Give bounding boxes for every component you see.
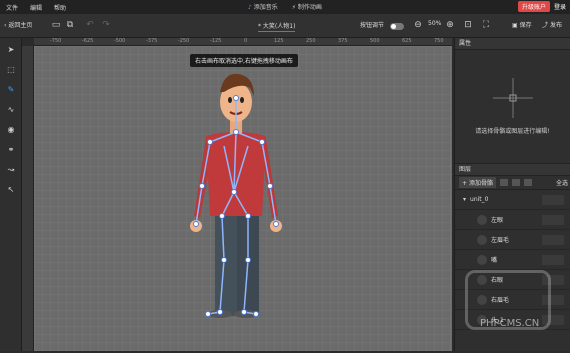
redo-icon[interactable]: ↷ [100,19,112,31]
menu-help[interactable]: 帮助 [48,3,72,12]
add-music-button[interactable]: ♪ 添加音乐 [248,2,278,11]
save-button[interactable]: ▣ 保存 [512,20,532,29]
top-center-actions: ♪ 添加音乐 ⚡ 制作动画 [248,2,322,11]
image-icon[interactable] [499,179,508,186]
left-eye [228,97,232,103]
ruler-tick: 625 [402,38,412,44]
layer-icon[interactable] [511,179,520,186]
upgrade-button[interactable]: 升级账户 [517,1,550,12]
menu-file[interactable]: 文件 [0,3,24,12]
layer-controls[interactable] [542,194,564,205]
properties-hint: 请选择骨骼或图层进行编辑! [475,128,550,135]
fit-icon[interactable]: ⊡ [462,19,474,31]
character-illustration [190,73,282,318]
crosshair-icon [493,78,533,118]
transform-tool-icon[interactable]: ⬚ [5,64,17,76]
save-icon: ▣ [512,22,518,29]
layer-thumbnail [477,234,487,245]
zoom-in-icon[interactable]: ⊕ [444,19,456,31]
undo-icon[interactable]: ↶ [84,19,96,31]
layer-thumbnail [477,254,487,265]
toolbar: ‹ 返回主页 ▭ ⧉ ↶ ↷ * 大笑(人物1) 按钮调节 ⊖ 50% ⊕ ⊡ … [0,14,570,38]
add-bone-button[interactable]: + 添加骨骼 [459,177,496,188]
ruler-tick: -750 [50,38,62,44]
ruler-tick: 500 [370,38,380,44]
layer-item[interactable]: 左眼 [455,210,570,230]
snap-toggle[interactable] [390,23,404,30]
right-eye [240,97,244,103]
ruler-tick: -625 [82,38,94,44]
ruler-tick: -500 [114,38,126,44]
delete-icon[interactable] [523,179,532,186]
ruler-tick: -375 [146,38,158,44]
zoom-level: 50% [428,20,442,27]
left-leg [215,212,237,316]
ruler-tick: 375 [338,38,348,44]
layers-toolbar: + 添加骨骼 全选 [455,176,570,190]
publish-button[interactable]: ⤴ 发布 [542,20,562,29]
select-all-button[interactable]: 全选 [556,178,568,187]
curve-tool-icon[interactable]: ∿ [5,104,17,116]
bind-tool-icon[interactable]: ◉ [5,124,17,136]
ruler-tick: -125 [210,38,222,44]
pointer-tool-icon[interactable]: ↖ [5,184,17,196]
new-file-icon[interactable]: ▭ [50,19,62,31]
snap-label: 按钮调节 [360,22,385,29]
open-icon[interactable]: ⧉ [64,19,76,31]
layer-item[interactable]: 左眉毛 [455,230,570,250]
expand-icon[interactable]: ▾ [463,196,466,203]
watermark-text: PHPCMS.CN [480,318,540,329]
weight-tool-icon[interactable]: ⚭ [5,144,17,156]
layer-controls[interactable] [542,214,564,225]
top-right-actions: 升级账户 登录 [517,1,566,12]
zoom-out-icon[interactable]: ⊖ [412,19,424,31]
layer-controls[interactable] [542,234,564,245]
layer-name: 左眉毛 [491,237,510,244]
properties-title: 属性 [455,38,570,50]
publish-icon: ⤴ [542,22,549,29]
properties-body: 请选择骨骼或图层进行编辑! [455,50,570,164]
wand-icon: ⚡ [291,4,296,11]
make-animation-button[interactable]: ⚡ 制作动画 [292,2,322,11]
layer-item[interactable]: 嘴 [455,250,570,270]
ruler-tick: -250 [178,38,190,44]
ruler-left [22,46,34,351]
ruler-tick: 125 [274,38,284,44]
file-title: * 大笑(人物1) [258,23,296,32]
login-link[interactable]: 登录 [554,2,566,11]
fullscreen-icon[interactable]: ⛶ [480,19,492,31]
menu-edit[interactable]: 编辑 [24,3,48,12]
bone-tool-icon[interactable]: ✎ [5,84,17,96]
path-tool-icon[interactable]: ↝ [5,164,17,176]
layer-name: 嘴 [491,257,498,264]
music-icon: ♪ [248,4,252,11]
ruler-tick: 750 [434,38,444,44]
left-toolbar: ➤ ⬚ ✎ ∿ ◉ ⚭ ↝ ↖ [0,38,22,351]
canvas-tooltip: 右击画布取消选中,右键拖拽移动画布 [190,54,298,67]
select-tool-icon[interactable]: ➤ [5,44,17,56]
layer-name: 左眼 [491,217,504,224]
ruler-top: -750 -625 -500 -375 -250 -125 0 125 250 … [34,38,452,46]
layer-controls[interactable] [542,254,564,265]
ruler-tick: 0 [244,38,248,44]
layer-root[interactable]: ▾ unit_0 [455,190,570,210]
layer-name: unit_0 [470,196,489,203]
canvas[interactable] [34,46,452,351]
back-home-button[interactable]: ‹ 返回主页 [4,20,32,29]
layers-title: 图层 [455,164,570,176]
layer-thumbnail [477,214,487,225]
ruler-tick: 250 [306,38,316,44]
